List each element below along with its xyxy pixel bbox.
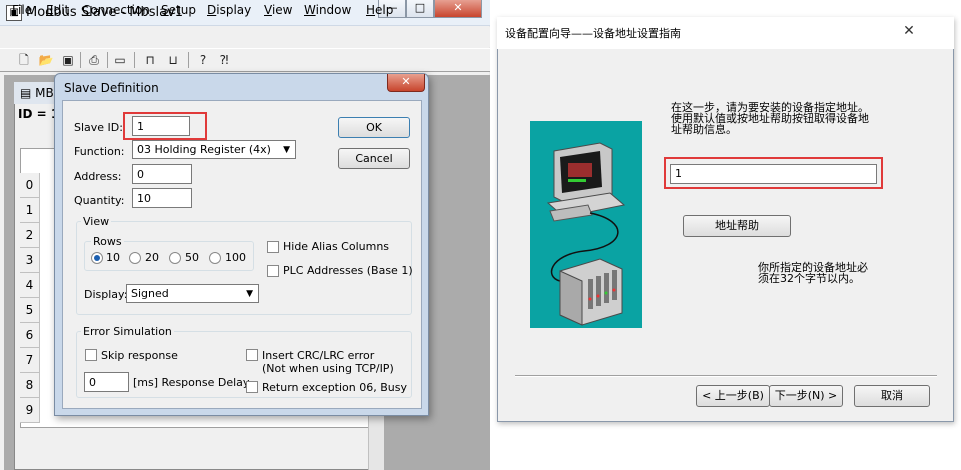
wizard-description: 在这一步，请为要安装的设备指定地址。 使用默认值或按地址帮助按钮取得设备地 址帮… (671, 102, 896, 135)
row-header[interactable]: 1 (20, 198, 40, 223)
rows-group-title: Rows (91, 235, 124, 248)
display-label: Display: (84, 288, 128, 301)
insert-crc-checkbox[interactable] (246, 349, 258, 361)
child-window-title: ▤ MB (20, 86, 54, 100)
address-input[interactable]: 0 (132, 164, 192, 184)
plc-addresses-label: PLC Addresses (Base 1) (283, 264, 413, 277)
computer-device-illustration (530, 121, 642, 328)
hide-alias-checkbox[interactable] (267, 241, 279, 253)
rows-100-label: 100 (225, 251, 246, 264)
hide-alias-label: Hide Alias Columns (283, 240, 390, 253)
ok-button[interactable]: OK (338, 117, 410, 138)
note-line: 须在32个字节以内。 (758, 272, 860, 285)
context-help-icon[interactable]: ⁈ (214, 51, 234, 69)
function-select[interactable]: 03 Holding Register (4x) ▼ (132, 140, 296, 159)
row-header[interactable]: 9 (20, 398, 40, 423)
return-exception-checkbox[interactable] (246, 381, 258, 393)
response-delay-input[interactable]: 0 (84, 372, 129, 392)
menu-bar (0, 27, 490, 47)
row-header[interactable]: 0 (20, 173, 40, 198)
insert-crc-label: Insert CRC/LRC error (262, 349, 375, 362)
response-delay-label: [ms] Response Delay (133, 376, 250, 389)
plc-addresses-checkbox[interactable] (267, 265, 279, 277)
error-group-title: Error Simulation (81, 325, 174, 338)
menu-display[interactable]: Display (207, 3, 251, 17)
connect-icon[interactable]: ⊓ (140, 51, 160, 69)
device-address-input[interactable]: 1 (670, 164, 877, 184)
open-folder-icon[interactable]: 📂 (36, 51, 56, 69)
display-select[interactable]: Signed ▼ (126, 284, 259, 303)
menu-file[interactable]: File (12, 3, 32, 17)
wizard-cancel-button[interactable]: 取消 (854, 385, 930, 407)
description-line: 址帮助信息。 (671, 123, 737, 136)
toolbar-separator (80, 52, 81, 68)
maximize-button[interactable]: □ (406, 0, 434, 18)
help-icon[interactable]: ? (193, 51, 213, 69)
dialog-close-button[interactable]: ✕ (387, 74, 425, 92)
child-doc-icon: ▤ (20, 86, 36, 100)
skip-response-checkbox[interactable] (85, 349, 97, 361)
menu-edit[interactable]: Edit (46, 3, 69, 17)
quantity-label: Quantity: (74, 194, 125, 207)
save-icon[interactable]: ▣ (58, 51, 78, 69)
chevron-down-icon: ▼ (283, 145, 290, 155)
address-label: Address: (74, 170, 122, 183)
rows-20-label: 20 (145, 251, 159, 264)
row-header[interactable]: 8 (20, 373, 40, 398)
insert-crc-note: (Not when using TCP/IP) (262, 362, 394, 375)
wizard-close-icon[interactable]: ✕ (902, 24, 916, 38)
function-label: Function: (74, 145, 125, 158)
slave-id-highlight (123, 112, 207, 140)
skip-response-label: Skip response (101, 349, 178, 362)
next-button[interactable]: 下一步(N) > (769, 385, 843, 407)
back-button[interactable]: < 上一步(B) (696, 385, 770, 407)
rows-10-label: 10 (106, 251, 120, 264)
rows-20-radio[interactable] (129, 252, 141, 264)
row-header[interactable]: 3 (20, 248, 40, 273)
address-note: 你所指定的设备地址必 须在32个字节以内。 (758, 262, 888, 284)
computer-icon (530, 121, 642, 328)
toolbar-separator (188, 52, 189, 68)
menu-view[interactable]: View (264, 3, 292, 17)
print-icon[interactable]: ⎙ (84, 51, 104, 69)
menu-setup[interactable]: Setup (161, 3, 196, 17)
rows-50-radio[interactable] (169, 252, 181, 264)
view-group-title: View (81, 215, 112, 228)
menu-connection[interactable]: Connection (82, 3, 150, 17)
new-file-icon[interactable]: 🗋 (14, 51, 34, 69)
rows-100-radio[interactable] (209, 252, 221, 264)
row-header[interactable]: 7 (20, 348, 40, 373)
slave-id-summary: ID = 1 (18, 107, 60, 121)
menu-window[interactable]: Window (304, 3, 351, 17)
toolbar-separator (134, 52, 135, 68)
slave-id-label: Slave ID: (74, 121, 123, 134)
dialog-title: Slave Definition (64, 81, 159, 95)
window-icon[interactable]: ▭ (110, 51, 130, 69)
menu-help[interactable]: Help (366, 3, 393, 17)
toolbar-separator (107, 52, 108, 68)
row-header[interactable]: 6 (20, 323, 40, 348)
quantity-input[interactable]: 10 (132, 188, 192, 208)
rows-10-radio[interactable] (91, 252, 103, 264)
return-exception-label: Return exception 06, Busy (262, 381, 408, 394)
disconnect-icon[interactable]: ⊔ (163, 51, 183, 69)
chevron-down-icon: ▼ (246, 289, 253, 299)
address-help-button[interactable]: 地址帮助 (683, 215, 791, 237)
row-header[interactable]: 5 (20, 298, 40, 323)
wizard-title: 设备配置向导——设备地址设置指南 (505, 27, 681, 40)
wizard-separator (515, 375, 937, 377)
row-header[interactable]: 4 (20, 273, 40, 298)
rows-50-label: 50 (185, 251, 199, 264)
cancel-button[interactable]: Cancel (338, 148, 410, 169)
close-button[interactable]: ✕ (434, 0, 482, 18)
row-header[interactable]: 2 (20, 223, 40, 248)
